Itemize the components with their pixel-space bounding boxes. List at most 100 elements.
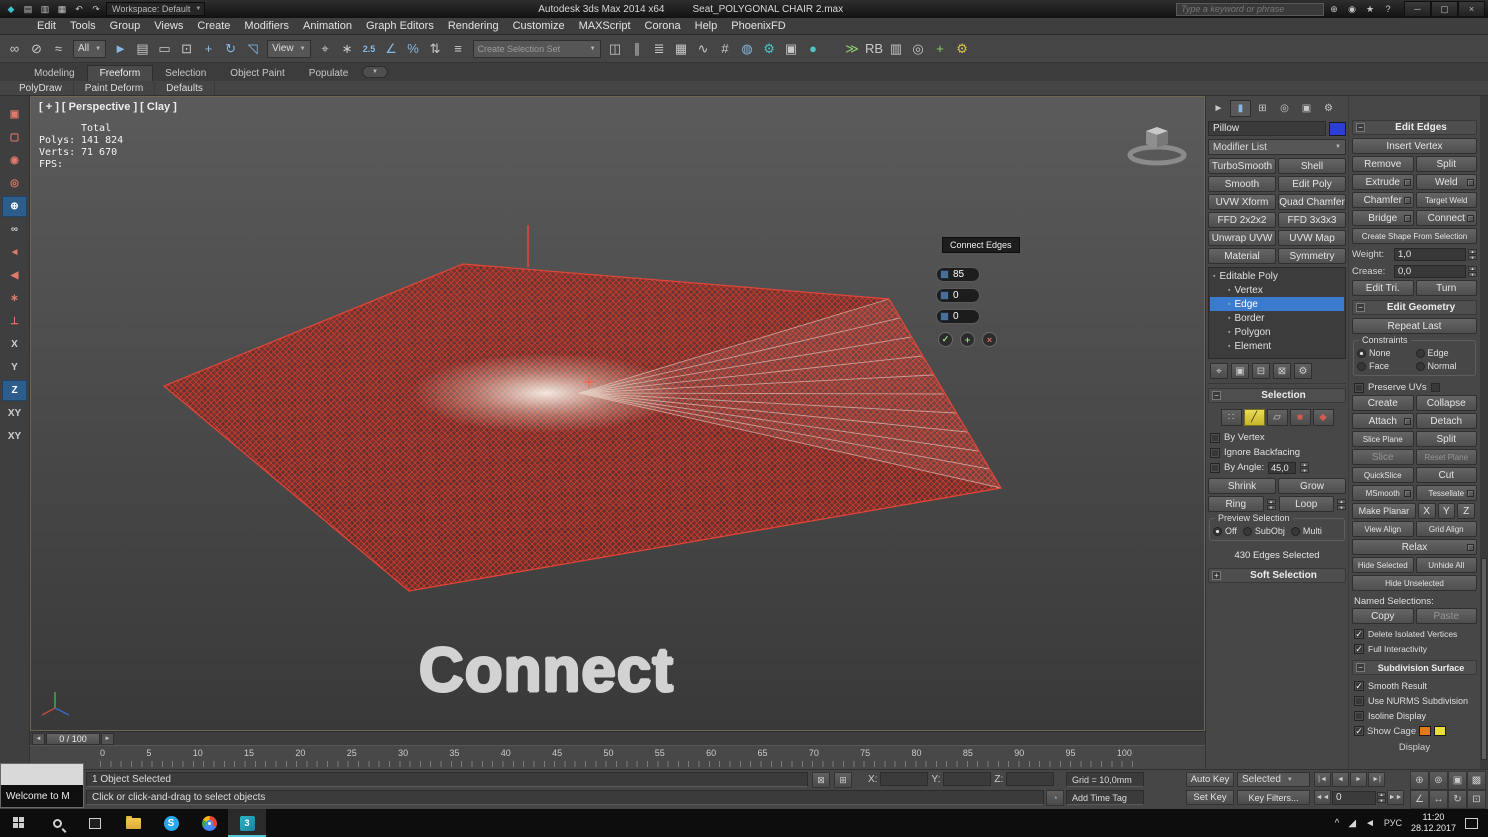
macro-button-2[interactable]: ▢: [2, 127, 27, 148]
ribbon-toggle-icon[interactable]: ▦: [671, 38, 692, 60]
edit-edges-button[interactable]: Edit Tri.: [1352, 280, 1414, 296]
object-color-swatch[interactable]: [1329, 121, 1346, 136]
new-scene-icon[interactable]: ▤: [20, 2, 36, 16]
menu-item[interactable]: Customize: [506, 20, 572, 32]
save-file-icon[interactable]: ▦: [54, 2, 70, 16]
go-to-end-button[interactable]: ►|: [1368, 772, 1385, 787]
zoom-icon[interactable]: ⊕: [1410, 771, 1429, 790]
make-unique-icon[interactable]: ⊟: [1252, 363, 1270, 379]
corona-toolbar-icon[interactable]: ≫: [842, 38, 863, 60]
menu-item[interactable]: Graph Editors: [359, 20, 441, 32]
select-and-rotate-icon[interactable]: ↻: [220, 38, 241, 60]
current-frame-field[interactable]: 0: [1332, 790, 1376, 805]
settings-box-icon[interactable]: [1467, 179, 1474, 186]
edit-edges-button[interactable]: Insert Vertex: [1352, 138, 1477, 154]
clock[interactable]: 11:20 28.12.2017: [1411, 812, 1456, 834]
preserve-uvs-settings-icon[interactable]: [1430, 383, 1440, 392]
rb-plugin-icon[interactable]: RB: [864, 38, 885, 60]
field-of-view-icon[interactable]: ∠: [1410, 790, 1429, 809]
pin-stack-icon[interactable]: ⌖: [1210, 363, 1228, 379]
preview-selection-radio[interactable]: Multi: [1290, 526, 1322, 536]
checkbox-row[interactable]: Ignore Backfacing: [1208, 445, 1346, 460]
repeat-last-button[interactable]: Repeat Last: [1352, 318, 1477, 334]
edit-edges-button[interactable]: Extrude: [1352, 174, 1414, 190]
phoenix-settings-icon[interactable]: ⚙: [952, 38, 973, 60]
settings-box-icon[interactable]: [1467, 215, 1474, 222]
y-coordinate-field[interactable]: [943, 772, 992, 786]
z-coordinate-field[interactable]: [1006, 772, 1055, 786]
settings-box-icon[interactable]: [1403, 215, 1411, 222]
task-view-icon[interactable]: [76, 809, 114, 837]
menu-item[interactable]: Edit: [30, 20, 63, 32]
constraint-radio[interactable]: Normal: [1415, 361, 1473, 371]
edit-geometry-button[interactable]: Grid Align: [1415, 521, 1477, 537]
zoom-extents-icon[interactable]: ▣: [1448, 771, 1467, 790]
tab-display[interactable]: ▣: [1296, 100, 1317, 117]
macro-button-1[interactable]: ▣: [2, 104, 27, 125]
caddy-apply-button[interactable]: +: [960, 332, 975, 347]
minimize-button[interactable]: ─: [1404, 1, 1431, 17]
checkbox-row[interactable]: Use NURMS Subdivision: [1352, 693, 1477, 708]
by-angle-field[interactable]: 45,0: [1268, 461, 1297, 474]
configure-modifier-sets-icon[interactable]: ⚙: [1294, 363, 1312, 379]
constraint-radio[interactable]: Face: [1357, 361, 1414, 371]
checkbox-row[interactable]: Smooth Result: [1352, 678, 1477, 693]
connect-pinch-field[interactable]: 0: [936, 288, 1046, 303]
edit-geometry-button[interactable]: Detach: [1415, 413, 1477, 429]
stack-item[interactable]: ▪ Element: [1210, 339, 1344, 353]
search-go-icon[interactable]: ⊕: [1326, 2, 1342, 16]
notifications-icon[interactable]: [1465, 817, 1478, 829]
ribbon-panel-label[interactable]: Defaults: [155, 81, 215, 95]
redo-icon[interactable]: ↷: [88, 2, 104, 16]
edit-geometry-button[interactable]: Reset Plane: [1415, 449, 1477, 465]
ribbon-tab[interactable]: Populate: [297, 66, 360, 81]
rectangular-selection-region-icon[interactable]: ▭: [154, 38, 175, 60]
edit-geometry-button[interactable]: Hide Unselected: [1352, 575, 1477, 591]
edit-geometry-button[interactable]: Attach: [1352, 413, 1414, 429]
subdivision-surface-rollout-header[interactable]: − Subdivision Surface: [1352, 660, 1477, 675]
macro-button-7[interactable]: ◄: [2, 242, 27, 263]
edit-geometry-button[interactable]: Slice: [1352, 449, 1414, 465]
frame-spinner[interactable]: ▲ ▼: [1377, 792, 1386, 803]
render-setup-icon[interactable]: ⚙: [759, 38, 780, 60]
viewport[interactable]: [ + ] [ Perspective ] [ Clay ] Total Poly…: [30, 96, 1205, 731]
previous-key-button[interactable]: ◄◄: [1314, 790, 1331, 805]
transform-typein-icon[interactable]: ⊞: [834, 772, 852, 788]
modifier-preset-button[interactable]: FFD 3x3x3: [1278, 212, 1346, 228]
modifier-preset-button[interactable]: TurboSmooth: [1208, 158, 1276, 174]
ribbon-panel-label[interactable]: PolyDraw: [8, 81, 74, 95]
macro-button-5[interactable]: ⊕: [2, 196, 27, 217]
bind-to-space-warp-icon[interactable]: ≈: [48, 38, 69, 60]
coordinate-system-dropdown[interactable]: View ▼: [267, 39, 311, 58]
infocenter-search-input[interactable]: [1176, 2, 1324, 16]
modifier-preset-button[interactable]: Symmetry: [1278, 248, 1346, 264]
ribbon-tab[interactable]: Object Paint: [218, 66, 296, 81]
zoom-extents-all-icon[interactable]: ▩: [1467, 771, 1486, 790]
ribbon-tab[interactable]: Selection: [153, 66, 218, 81]
edit-edges-button[interactable]: Target Weld: [1415, 192, 1477, 208]
modifier-preset-button[interactable]: Shell: [1278, 158, 1346, 174]
preview-selection-radio[interactable]: SubObj: [1242, 526, 1285, 536]
ribbon-tab[interactable]: Modeling: [22, 66, 87, 81]
macro-button-9[interactable]: ∗: [2, 288, 27, 309]
edit-geometry-button[interactable]: Collapse: [1415, 395, 1477, 411]
zoom-all-icon[interactable]: ⊚: [1429, 771, 1448, 790]
stack-item[interactable]: ▪ Editable Poly: [1210, 269, 1344, 283]
checkbox-row[interactable]: Delete Isolated Vertices: [1352, 626, 1477, 641]
start-button[interactable]: [0, 809, 38, 837]
schematic-view-icon[interactable]: #: [715, 38, 736, 60]
prev-frame-button[interactable]: ◄: [1332, 772, 1349, 787]
tab-motion[interactable]: ◎: [1274, 100, 1295, 117]
modifier-preset-button[interactable]: Unwrap UVW: [1208, 230, 1276, 246]
preserve-uvs-row[interactable]: Preserve UVs: [1352, 380, 1477, 395]
scrollbar-thumb[interactable]: [1481, 558, 1487, 760]
menu-item[interactable]: Help: [688, 20, 725, 32]
tab-modify[interactable]: ▮: [1230, 100, 1251, 117]
edit-edges-button[interactable]: Weld: [1415, 174, 1477, 190]
vertex-mode-icon[interactable]: ∷: [1220, 409, 1242, 426]
add-time-tag[interactable]: Add Time Tag: [1066, 790, 1144, 805]
play-button[interactable]: ►: [1350, 772, 1367, 787]
grow-button[interactable]: Grow: [1278, 478, 1346, 494]
orbit-icon[interactable]: ↻: [1448, 790, 1467, 809]
stack-item[interactable]: ▪ Vertex: [1210, 283, 1344, 297]
